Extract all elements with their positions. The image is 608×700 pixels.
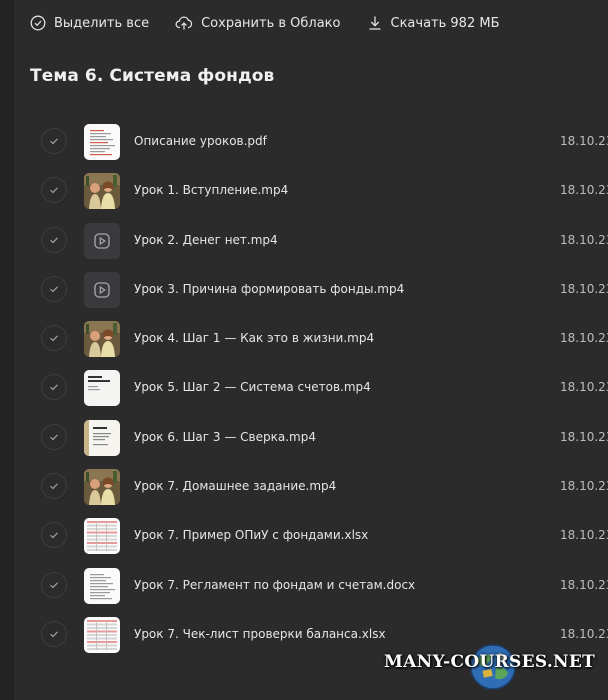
file-thumbnail[interactable]	[84, 124, 120, 160]
left-strip	[0, 0, 14, 700]
file-date: 18.10.23 1	[560, 626, 608, 641]
file-select-checkbox[interactable]	[41, 423, 67, 450]
file-select-checkbox[interactable]	[41, 473, 67, 500]
file-row[interactable]: Урок 5. Шаг 2 — Система счетов.mp4 18.10.…	[14, 364, 608, 413]
file-name[interactable]: Урок 7. Чек-лист проверки баланса.xlsx	[134, 627, 386, 641]
checkmark-icon	[50, 187, 58, 194]
checkmark-icon	[50, 286, 58, 293]
file-date: 18.10.23 1	[560, 479, 608, 494]
file-date: 18.10.23 1	[560, 183, 608, 198]
file-select-checkbox[interactable]	[41, 325, 67, 352]
file-thumbnail[interactable]	[84, 567, 120, 604]
file-date: 18.10.23 1	[560, 281, 608, 296]
file-name[interactable]: Урок 7. Домашнее задание.mp4	[134, 479, 336, 493]
select-all-label: Выделить все	[54, 15, 150, 31]
file-date: 18.10.23 1	[560, 577, 608, 592]
checkmark-icon	[50, 335, 58, 342]
watermark-text: MANY-COURSES.NET	[384, 652, 596, 672]
download-label: Скачать 982 МБ	[390, 15, 500, 31]
slide-preview-icon	[84, 419, 120, 456]
file-date: 18.10.23 1	[560, 134, 608, 148]
file-name[interactable]: Урок 4. Шаг 1 — Как это в жизни.mp4	[134, 331, 374, 345]
save-to-cloud-label: Сохранить в Облако	[201, 15, 341, 31]
file-row[interactable]: Урок 7. Домашнее задание.mp4 18.10.23 1	[14, 463, 608, 512]
file-thumbnail[interactable]	[84, 469, 120, 506]
file-row[interactable]: Урок 2. Денег нет.mp4 18.10.23 1	[14, 217, 608, 266]
file-select-checkbox[interactable]	[41, 522, 67, 549]
file-select-checkbox[interactable]	[41, 620, 67, 647]
file-thumbnail[interactable]	[84, 321, 120, 358]
file-name[interactable]: Урок 6. Шаг 3 — Сверка.mp4	[134, 430, 316, 444]
file-row[interactable]: Урок 4. Шаг 1 — Как это в жизни.mp4 18.10…	[14, 315, 608, 364]
play-icon	[94, 282, 110, 298]
file-select-checkbox[interactable]	[41, 177, 67, 204]
slide-preview-icon	[84, 370, 120, 407]
file-row[interactable]: Описание уроков.pdf 18.10.23 1	[14, 118, 608, 167]
video-preview-icon	[84, 173, 120, 210]
file-name[interactable]: Урок 7. Пример ОПиУ с фондами.xlsx	[134, 528, 368, 542]
file-select-checkbox[interactable]	[41, 571, 67, 598]
play-icon	[94, 232, 110, 249]
video-preview-icon	[84, 469, 120, 506]
video-preview-icon	[84, 321, 120, 358]
file-thumbnail[interactable]	[84, 271, 120, 308]
file-date: 18.10.23 1	[560, 528, 608, 543]
spreadsheet-preview-icon	[84, 616, 120, 653]
file-panel: Выделить все Сохранить в Облако Скачать …	[14, 0, 608, 700]
checkmark-icon	[50, 384, 58, 391]
select-all-button[interactable]: Выделить все	[30, 15, 149, 31]
file-thumbnail[interactable]	[84, 222, 120, 259]
file-row[interactable]: Урок 3. Причина формировать фонды.mp4 18.…	[14, 266, 608, 315]
save-to-cloud-button[interactable]: Сохранить в Облако	[175, 15, 341, 31]
file-thumbnail[interactable]	[84, 616, 120, 653]
section-title: Тема 6. Система фондов	[30, 66, 275, 86]
file-thumbnail[interactable]	[84, 173, 120, 210]
file-row[interactable]: Урок 7. Пример ОПиУ с фондами.xlsx 18.10.…	[14, 512, 608, 561]
file-date: 18.10.23 1	[560, 331, 608, 346]
checkmark-icon	[50, 631, 58, 638]
checkmark-icon	[50, 582, 58, 589]
file-thumbnail[interactable]	[84, 370, 120, 407]
file-date: 18.10.23 1	[560, 429, 608, 444]
file-name[interactable]: Урок 3. Причина формировать фонды.mp4	[134, 282, 404, 296]
file-name[interactable]: Урок 1. Вступление.mp4	[134, 183, 288, 197]
file-row[interactable]: Урок 6. Шаг 3 — Сверка.mp4 18.10.23 1	[14, 414, 608, 463]
checkmark-icon	[50, 483, 58, 490]
document-preview-icon	[84, 124, 120, 160]
file-thumbnail[interactable]	[84, 518, 120, 555]
file-date: 18.10.23 1	[560, 232, 608, 247]
toolbar: Выделить все Сохранить в Облако Скачать …	[30, 10, 526, 36]
file-select-checkbox[interactable]	[41, 226, 67, 253]
check-circle-icon	[30, 15, 46, 31]
checkmark-icon	[50, 138, 58, 145]
file-date: 18.10.23 1	[560, 380, 608, 395]
file-select-checkbox[interactable]	[41, 128, 67, 154]
file-list: Описание уроков.pdf18.10.23 1Урок 1. Вст…	[14, 118, 608, 660]
spreadsheet-preview-icon	[84, 518, 120, 555]
file-select-checkbox[interactable]	[41, 275, 67, 302]
file-row[interactable]: Урок 1. Вступление.mp4 18.10.23 1	[14, 167, 608, 216]
checkmark-icon	[50, 434, 58, 441]
file-name[interactable]: Урок 5. Шаг 2 — Система счетов.mp4	[134, 380, 371, 394]
checkmark-icon	[50, 532, 58, 539]
file-select-checkbox[interactable]	[41, 374, 67, 401]
download-button[interactable]: Скачать 982 МБ	[367, 15, 500, 31]
document-preview-icon	[84, 567, 120, 604]
watermark: MANY-COURSES.NET	[380, 640, 608, 700]
file-row[interactable]: Урок 7. Регламент по фондам и счетам.doc…	[14, 562, 608, 611]
file-thumbnail[interactable]	[84, 419, 120, 456]
download-icon	[369, 16, 380, 30]
cloud-upload-icon	[175, 16, 193, 30]
file-name[interactable]: Урок 7. Регламент по фондам и счетам.doc…	[134, 578, 415, 592]
file-name[interactable]: Описание уроков.pdf	[134, 134, 267, 148]
file-name[interactable]: Урок 2. Денег нет.mp4	[134, 233, 278, 247]
checkmark-icon	[50, 236, 58, 244]
